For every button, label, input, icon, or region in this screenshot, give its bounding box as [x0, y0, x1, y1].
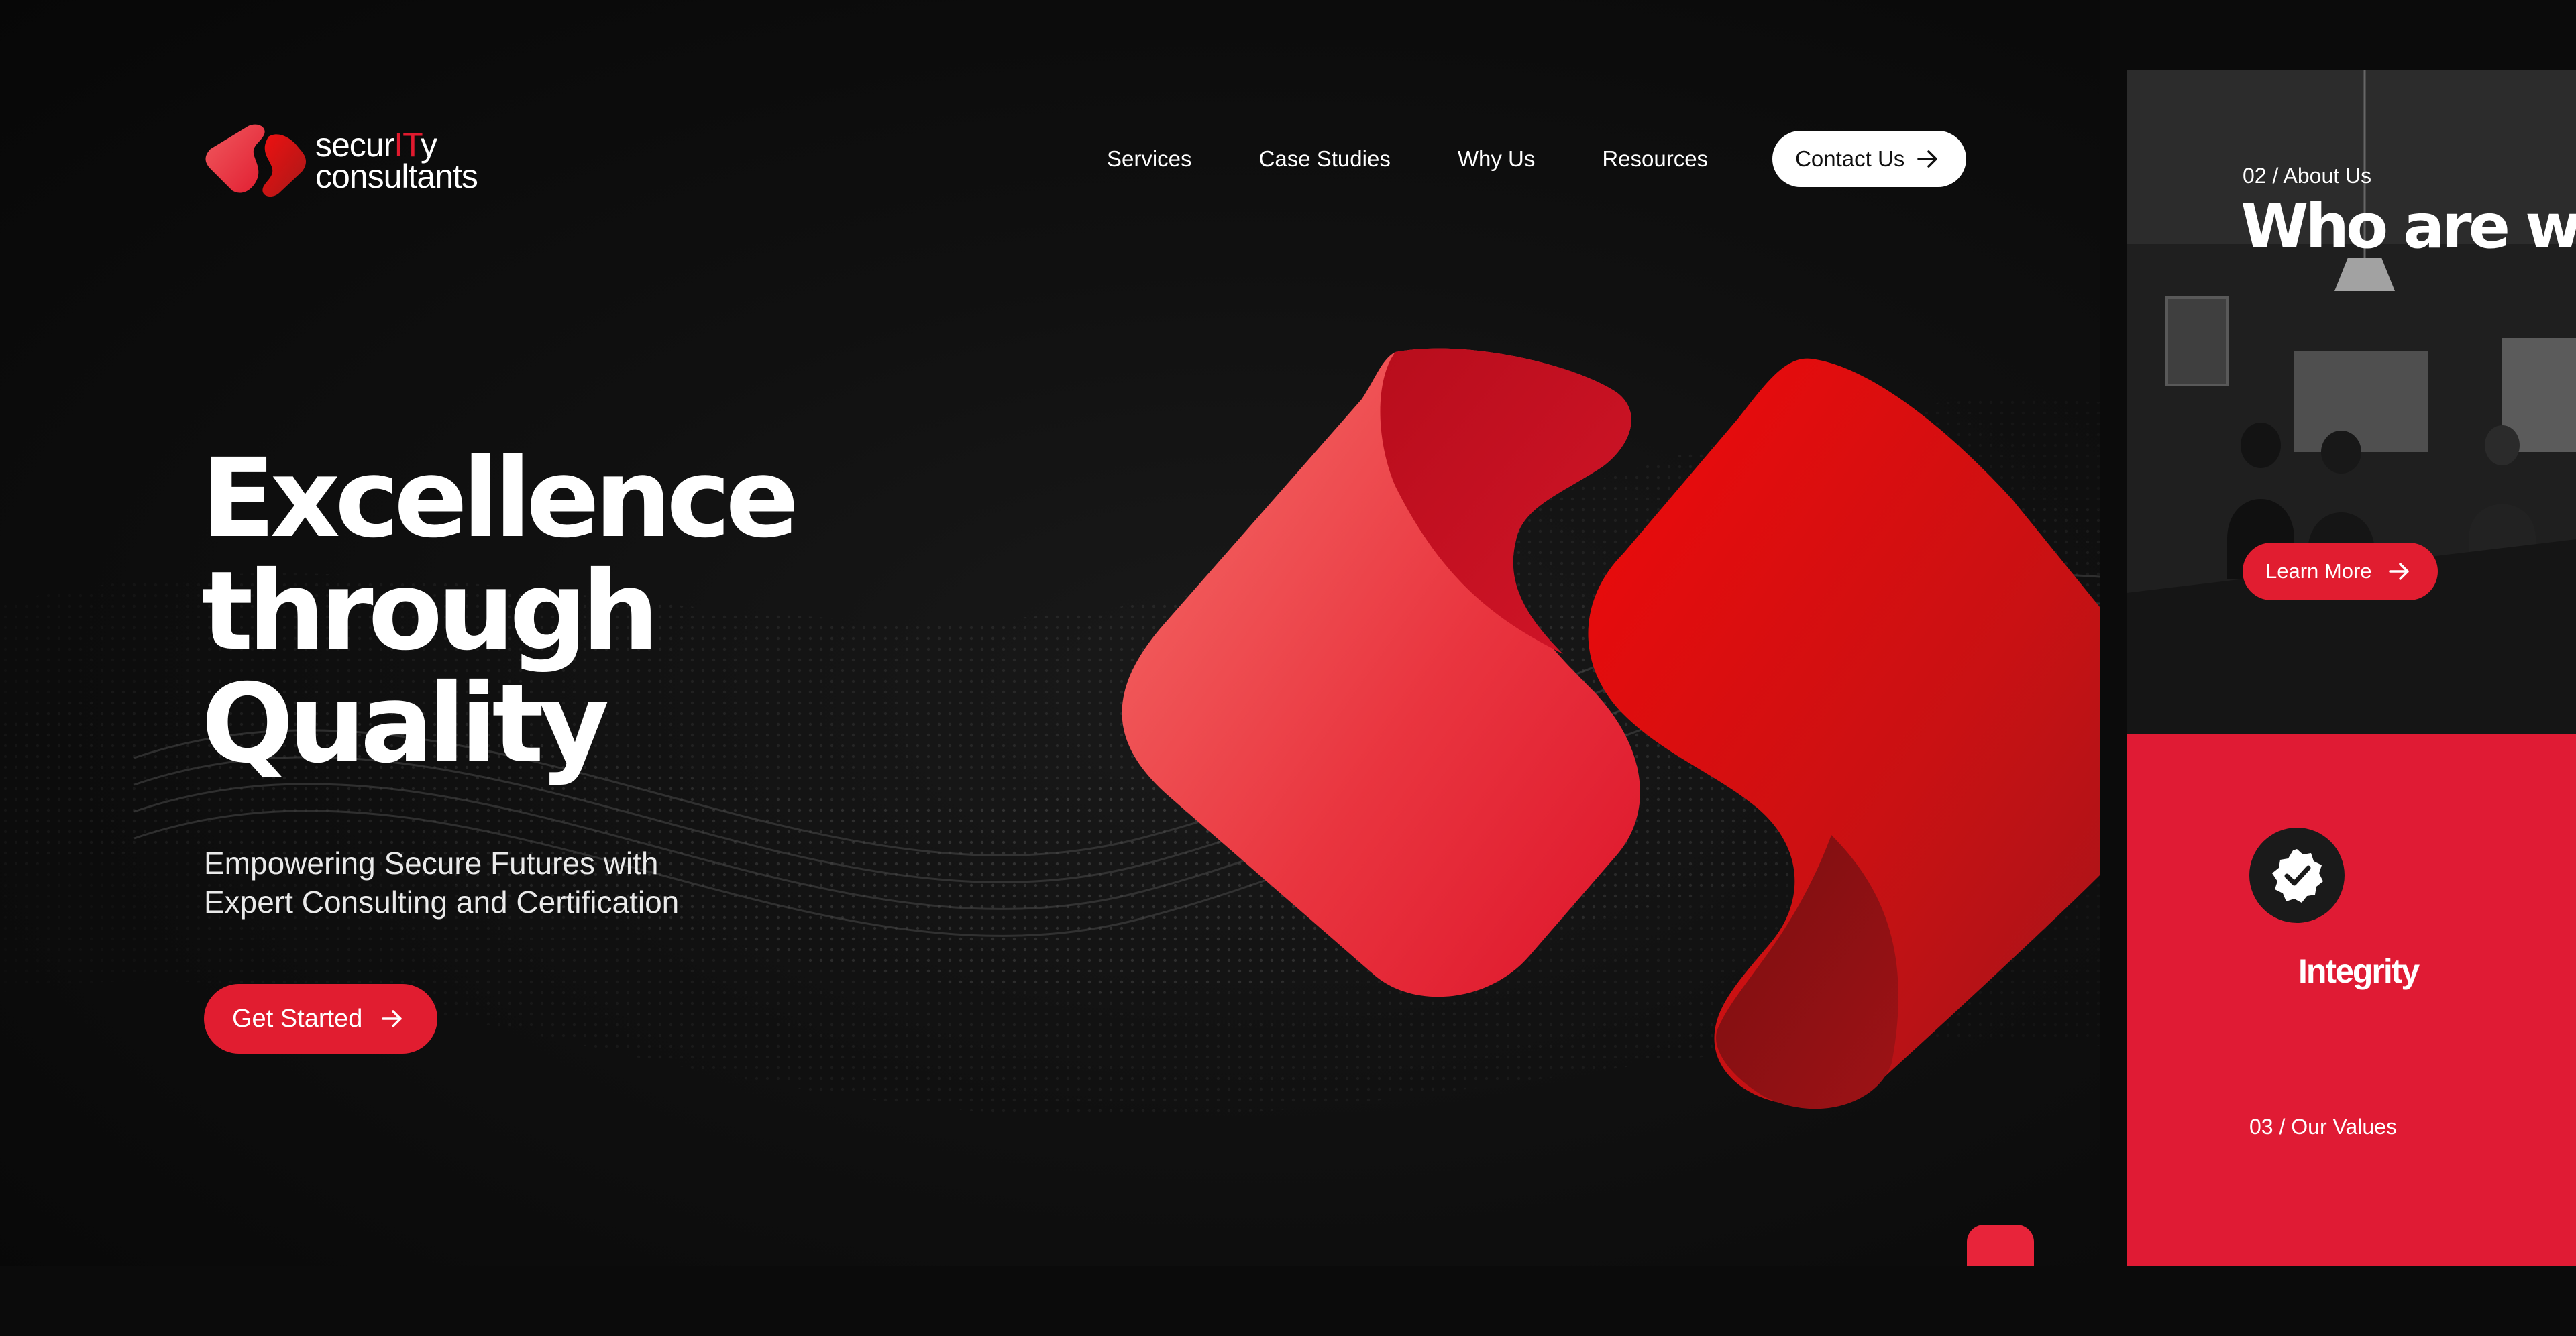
hero-section: securITy consultants Services Case Studi… — [0, 0, 2100, 1266]
learn-more-label: Learn More — [2265, 559, 2372, 583]
main-nav: Services Case Studies Why Us Resources C… — [1107, 131, 1967, 187]
about-card: 02 / About Us Who are we? Learn More — [2127, 70, 2576, 734]
headline-line-1: Excellence — [201, 436, 799, 562]
get-started-label: Get Started — [232, 1004, 363, 1033]
verified-check-icon — [2272, 849, 2323, 903]
arrow-right-icon — [2388, 563, 2409, 580]
side-panels: 02 / About Us Who are we? Learn More Int… — [2127, 70, 2576, 1266]
decorative-tab — [1967, 1225, 2034, 1266]
arrow-right-icon — [1917, 150, 1938, 168]
logo-wordmark: securITy consultants — [315, 125, 478, 195]
subhead-line-1: Empowering Secure Futures with — [204, 846, 659, 881]
arrow-right-icon — [382, 1010, 402, 1027]
values-card: Integrity 03 / Our Values — [2127, 734, 2576, 1266]
value-title: Integrity — [2298, 952, 2420, 990]
values-kicker: 03 / Our Values — [2249, 1115, 2397, 1139]
hero-emblem-graphic — [1122, 348, 2100, 1109]
brand-logo[interactable]: securITy consultants — [201, 121, 478, 201]
values-badge — [2249, 828, 2345, 923]
learn-more-button[interactable]: Learn More — [2243, 543, 2438, 600]
headline-line-3: Quality — [201, 661, 609, 787]
logo-mark-icon — [205, 124, 306, 197]
about-kicker: 02 / About Us — [2243, 164, 2372, 188]
nav-item-why-us[interactable]: Why Us — [1458, 146, 1536, 172]
nav-item-resources[interactable]: Resources — [1602, 146, 1708, 172]
nav-item-case-studies[interactable]: Case Studies — [1259, 146, 1391, 172]
headline-line-2: through — [201, 549, 659, 675]
about-title: Who are we? — [2241, 190, 2576, 262]
hero-headline: Excellence through Quality — [201, 436, 799, 787]
hero-subheading: Empowering Secure Futures with Expert Co… — [204, 844, 679, 922]
nav-item-services[interactable]: Services — [1107, 146, 1192, 172]
page: securITy consultants Services Case Studi… — [0, 0, 2576, 1336]
subhead-line-2: Expert Consulting and Certification — [204, 885, 680, 920]
get-started-button[interactable]: Get Started — [204, 984, 438, 1054]
contact-us-button[interactable]: Contact Us — [1772, 131, 1967, 187]
contact-us-label: Contact Us — [1795, 146, 1905, 171]
